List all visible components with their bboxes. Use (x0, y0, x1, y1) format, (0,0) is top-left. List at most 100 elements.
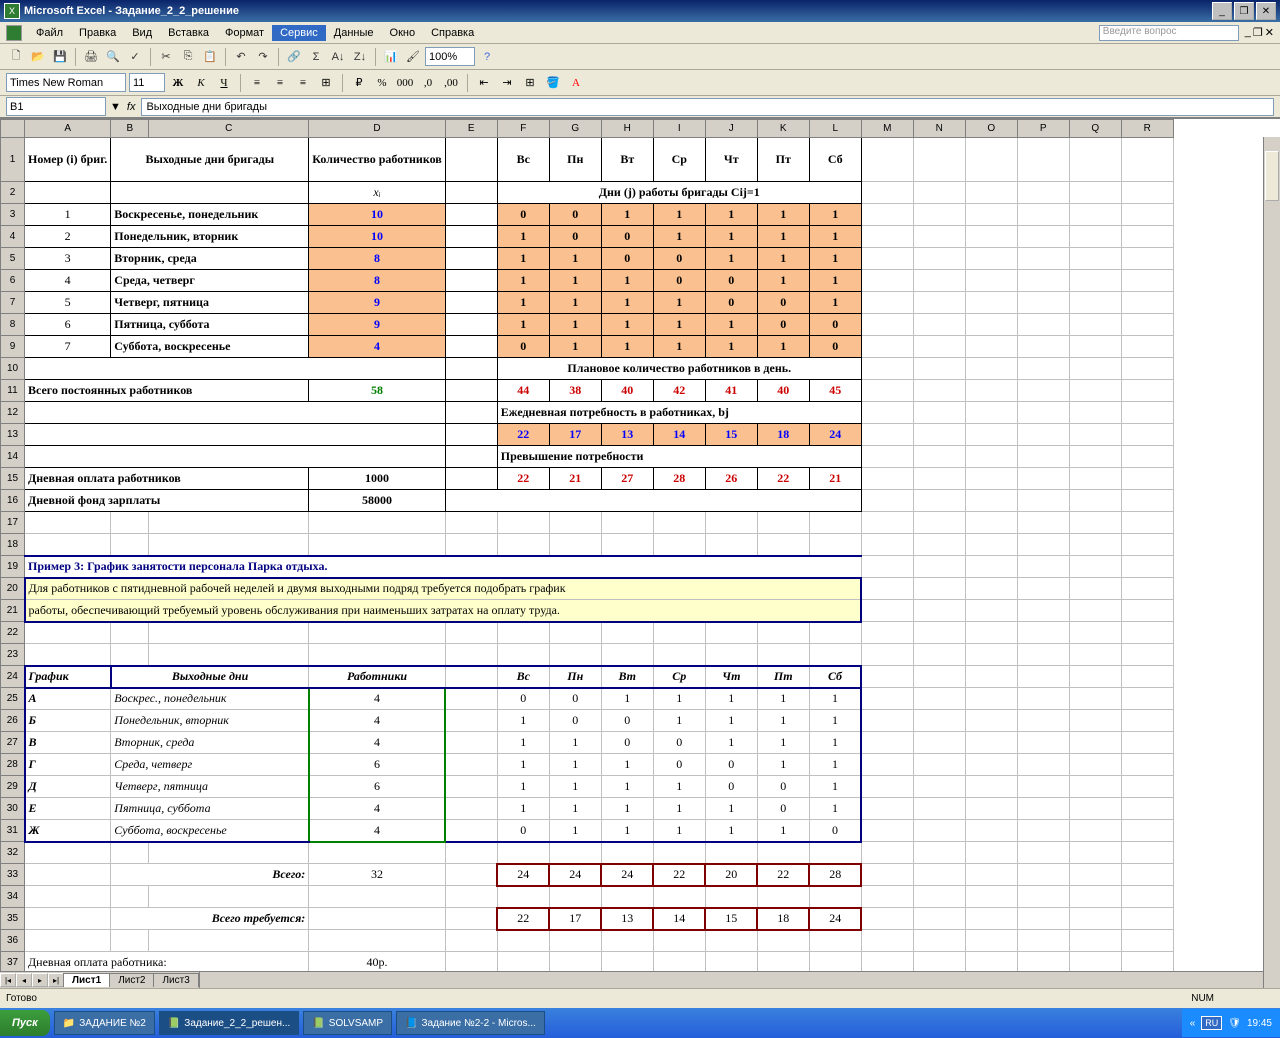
cell[interactable]: График (25, 666, 111, 688)
cut-icon[interactable]: ✂ (156, 47, 176, 67)
copy-icon[interactable]: ⎘ (178, 47, 198, 67)
cell[interactable]: 1 (601, 754, 653, 776)
cell[interactable]: 0 (757, 314, 809, 336)
cell[interactable]: Плановое количество работников в день. (497, 358, 861, 380)
cell[interactable]: 1 (705, 798, 757, 820)
cell[interactable] (1121, 798, 1173, 820)
cell[interactable]: 1 (653, 314, 705, 336)
cell[interactable] (1017, 732, 1069, 754)
cell[interactable]: 1 (497, 732, 549, 754)
cell[interactable]: Ср (653, 138, 705, 182)
cell[interactable]: 1 (497, 248, 549, 270)
cell[interactable] (445, 798, 497, 820)
cell[interactable] (1069, 754, 1121, 776)
cell[interactable] (445, 468, 497, 490)
cell[interactable]: Воскресенье, понедельник (111, 204, 309, 226)
cell[interactable]: 7 (25, 336, 111, 358)
cell[interactable]: 1 (549, 248, 601, 270)
cell[interactable]: Дни (j) работы бригады Cij=1 (497, 182, 861, 204)
cell[interactable] (965, 226, 1017, 248)
cell[interactable] (913, 886, 965, 908)
col-header[interactable]: B (111, 120, 149, 138)
cell[interactable] (913, 402, 965, 424)
cell[interactable] (913, 314, 965, 336)
cell[interactable] (757, 930, 809, 952)
cell[interactable] (497, 622, 549, 644)
cell[interactable]: 1 (809, 292, 861, 314)
cell[interactable]: Е (25, 798, 111, 820)
dec-decimal-icon[interactable]: ,00 (441, 73, 461, 93)
cell[interactable]: 18 (757, 424, 809, 446)
row-header[interactable]: 16 (1, 490, 25, 512)
cell[interactable] (601, 512, 653, 534)
cell[interactable]: Чт (705, 138, 757, 182)
cell[interactable] (1121, 710, 1173, 732)
cell[interactable] (601, 622, 653, 644)
col-header[interactable]: C (149, 120, 309, 138)
cell[interactable] (601, 534, 653, 556)
cell[interactable]: 1 (549, 336, 601, 358)
cell[interactable]: 22 (653, 864, 705, 886)
cell[interactable] (965, 732, 1017, 754)
cell[interactable] (913, 622, 965, 644)
cell[interactable] (913, 336, 965, 358)
cell[interactable] (913, 534, 965, 556)
row-header[interactable]: 30 (1, 798, 25, 820)
cell[interactable] (913, 270, 965, 292)
cell[interactable] (497, 886, 549, 908)
cell[interactable] (861, 358, 913, 380)
cell[interactable] (1121, 622, 1173, 644)
cell[interactable]: 1 (705, 820, 757, 842)
cell[interactable]: 1 (653, 798, 705, 820)
cell[interactable]: 1 (497, 314, 549, 336)
cell[interactable] (111, 512, 149, 534)
cell[interactable]: Четверг, пятница (111, 292, 309, 314)
cell[interactable]: 1 (809, 798, 861, 820)
row-header[interactable]: 26 (1, 710, 25, 732)
col-header[interactable]: J (705, 120, 757, 138)
cell[interactable] (861, 864, 913, 886)
cell[interactable] (601, 644, 653, 666)
col-header[interactable]: K (757, 120, 809, 138)
cell[interactable] (445, 842, 497, 864)
col-header[interactable]: L (809, 120, 861, 138)
cell[interactable]: Номер (i) бриг. (25, 138, 111, 182)
cell[interactable]: 1 (757, 732, 809, 754)
row-header[interactable]: 36 (1, 930, 25, 952)
cell[interactable]: Работники (309, 666, 445, 688)
cell[interactable]: 1 (705, 314, 757, 336)
cell[interactable] (1069, 688, 1121, 710)
cell[interactable] (1017, 930, 1069, 952)
cell[interactable]: 0 (705, 292, 757, 314)
cell[interactable] (913, 600, 965, 622)
cell[interactable] (1017, 138, 1069, 182)
cell[interactable] (1121, 732, 1173, 754)
cell[interactable] (1017, 424, 1069, 446)
cell[interactable] (549, 622, 601, 644)
cell[interactable]: 1 (705, 248, 757, 270)
cell[interactable]: 1 (757, 336, 809, 358)
task-1[interactable]: 📁 ЗАДАНИЕ №2 (54, 1011, 155, 1035)
cell[interactable]: 1 (757, 688, 809, 710)
cell[interactable] (1017, 622, 1069, 644)
cell[interactable]: 0 (497, 204, 549, 226)
sum-icon[interactable]: Σ (306, 47, 326, 67)
percent-icon[interactable]: % (372, 73, 392, 93)
cell[interactable] (601, 930, 653, 952)
cell[interactable] (965, 292, 1017, 314)
cell[interactable]: 1 (549, 314, 601, 336)
cell[interactable] (861, 446, 913, 468)
cell[interactable] (1017, 864, 1069, 886)
cell[interactable] (913, 248, 965, 270)
cell[interactable] (1017, 226, 1069, 248)
cell[interactable] (913, 292, 965, 314)
cell[interactable]: 10 (309, 226, 445, 248)
cell[interactable]: 26 (705, 468, 757, 490)
cell[interactable]: 21 (809, 468, 861, 490)
cell[interactable]: 1 (653, 776, 705, 798)
cell[interactable]: 1 (757, 820, 809, 842)
cell[interactable]: 22 (497, 424, 549, 446)
cell[interactable] (1121, 182, 1173, 204)
cell[interactable] (861, 336, 913, 358)
cell[interactable] (1069, 600, 1121, 622)
